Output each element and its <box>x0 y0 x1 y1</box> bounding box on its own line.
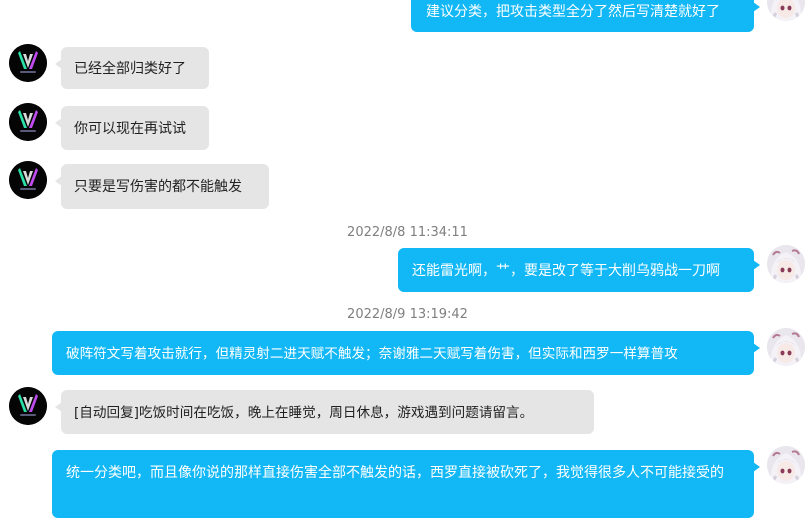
message-bubble-outgoing[interactable]: 建议分类，把攻击类型全分了然后写清楚就好了 <box>411 0 760 32</box>
message-bubble-incoming[interactable]: 已经全部归类好了 <box>55 47 209 89</box>
message-timestamp: 2022/8/8 11:34:11 <box>347 225 468 240</box>
bot-avatar-icon[interactable] <box>9 387 47 425</box>
v-logo-avatar-icon <box>9 161 47 199</box>
message-timestamp: 2022/8/9 13:19:42 <box>347 307 468 322</box>
bot-avatar-icon[interactable] <box>9 103 47 141</box>
v-logo-avatar-icon <box>9 44 47 82</box>
user-avatar-icon[interactable] <box>767 328 805 366</box>
anime-girl-avatar-icon <box>767 446 805 484</box>
message-bubble-outgoing[interactable]: 破阵符文写着攻击就行，但精灵射二进天赋不触发；奈谢雅二天赋写着伤害，但实际和西罗… <box>52 331 760 375</box>
bot-avatar-icon[interactable] <box>9 44 47 82</box>
message-bubble-outgoing[interactable]: 统一分类吧，而且像你说的那样直接伤害全部不触发的话，西罗直接被砍死了，我觉得很多… <box>52 450 760 518</box>
v-logo-avatar-icon <box>9 387 47 425</box>
user-avatar-icon[interactable] <box>767 245 805 283</box>
user-avatar-icon[interactable] <box>767 0 805 21</box>
message-bubble-incoming[interactable]: 你可以现在再试试 <box>55 106 209 150</box>
v-logo-avatar-icon <box>9 103 47 141</box>
message-bubble-outgoing[interactable]: 还能雷光啊，艹，要是改了等于大削乌鸦战一刀啊 <box>398 248 760 292</box>
user-avatar-icon[interactable] <box>767 446 805 484</box>
anime-girl-avatar-icon <box>767 245 805 283</box>
bot-avatar-icon[interactable] <box>9 161 47 199</box>
message-bubble-incoming[interactable]: [自动回复]吃饭时间在吃饭，晚上在睡觉，周日休息，游戏遇到问题请留言。 <box>55 390 594 434</box>
anime-girl-avatar-icon <box>767 328 805 366</box>
message-bubble-incoming[interactable]: 只要是写伤害的都不能触发 <box>55 164 269 209</box>
anime-girl-avatar-icon <box>767 0 805 21</box>
